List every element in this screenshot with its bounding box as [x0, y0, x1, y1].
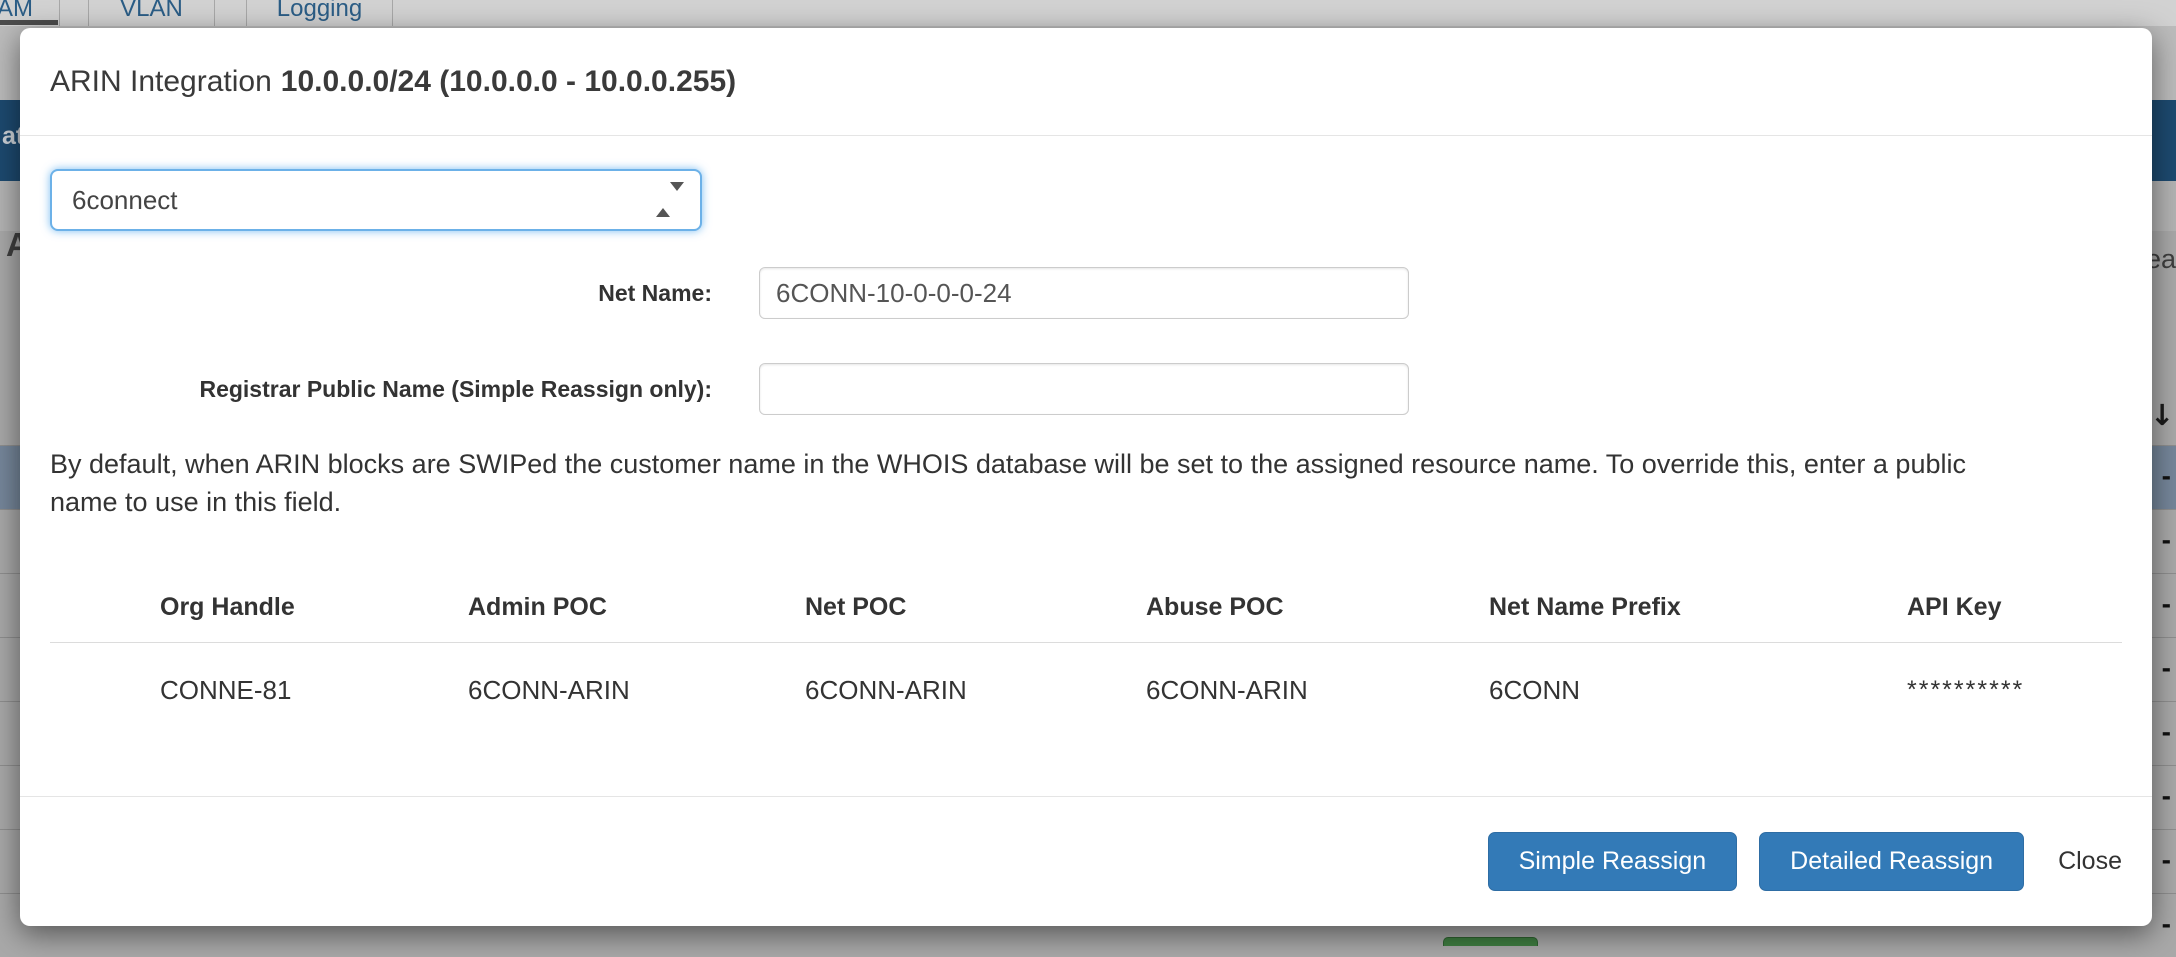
registrar-public-name-label: Registrar Public Name (Simple Reassign o…: [50, 376, 712, 403]
org-table-row[interactable]: CONNE-81 6CONN-ARIN 6CONN-ARIN 6CONN-ARI…: [50, 643, 2122, 738]
detailed-reassign-button[interactable]: Detailed Reassign: [1759, 832, 2024, 891]
org-table-header: Org Handle Admin POC Net POC Abuse POC N…: [50, 573, 2122, 643]
active-tab-underline: [0, 20, 58, 25]
header-net-name-prefix: Net Name Prefix: [1489, 593, 1907, 622]
integration-select[interactable]: 6connect: [50, 169, 702, 231]
modal-footer: Simple Reassign Detailed Reassign Close: [20, 796, 2152, 926]
cell-abuse-poc: 6CONN-ARIN: [1146, 675, 1489, 706]
org-table: Org Handle Admin POC Net POC Abuse POC N…: [50, 573, 2122, 738]
header-net-poc: Net POC: [805, 593, 1146, 622]
modal-title-range: 10.0.0.0/24 (10.0.0.0 - 10.0.0.255): [281, 65, 736, 99]
cell-org-handle: CONNE-81: [160, 675, 468, 706]
background-tab-bar: AM VLAN Logging: [0, 0, 2176, 26]
arin-integration-modal: ARIN Integration 10.0.0.0/24 (10.0.0.0 -…: [20, 28, 2152, 926]
header-abuse-poc: Abuse POC: [1146, 593, 1489, 622]
cell-net-name-prefix: 6CONN: [1489, 675, 1907, 706]
header-org-handle: Org Handle: [160, 593, 468, 622]
header-api-key: API Key: [1907, 593, 2122, 622]
green-button-partial[interactable]: [1443, 937, 1538, 946]
modal-header: ARIN Integration 10.0.0.0/24 (10.0.0.0 -…: [20, 28, 2152, 136]
modal-title: ARIN Integration: [50, 65, 272, 99]
simple-reassign-button[interactable]: Simple Reassign: [1488, 832, 1738, 891]
modal-body: 6connect Net Name: Registrar Public Name…: [20, 136, 2152, 796]
header-admin-poc: Admin POC: [468, 593, 805, 622]
net-name-input[interactable]: [759, 267, 1409, 319]
cell-net-poc: 6CONN-ARIN: [805, 675, 1146, 706]
net-name-label: Net Name:: [50, 280, 712, 307]
select-arrows-icon: [656, 191, 684, 209]
swip-description-text: By default, when ARIN blocks are SWIPed …: [50, 445, 2040, 521]
cell-admin-poc: 6CONN-ARIN: [468, 675, 805, 706]
sort-icon[interactable]: ↓↑: [2150, 398, 2176, 434]
registrar-public-name-input[interactable]: [759, 363, 1409, 415]
close-button[interactable]: Close: [2058, 847, 2122, 876]
integration-select-value: 6connect: [72, 185, 178, 216]
tab-vlan[interactable]: VLAN: [88, 0, 215, 26]
net-name-row: Net Name:: [50, 267, 2122, 319]
tab-logging[interactable]: Logging: [246, 0, 393, 26]
cell-api-key: **********: [1907, 676, 2122, 705]
registrar-public-name-row: Registrar Public Name (Simple Reassign o…: [50, 363, 2122, 415]
